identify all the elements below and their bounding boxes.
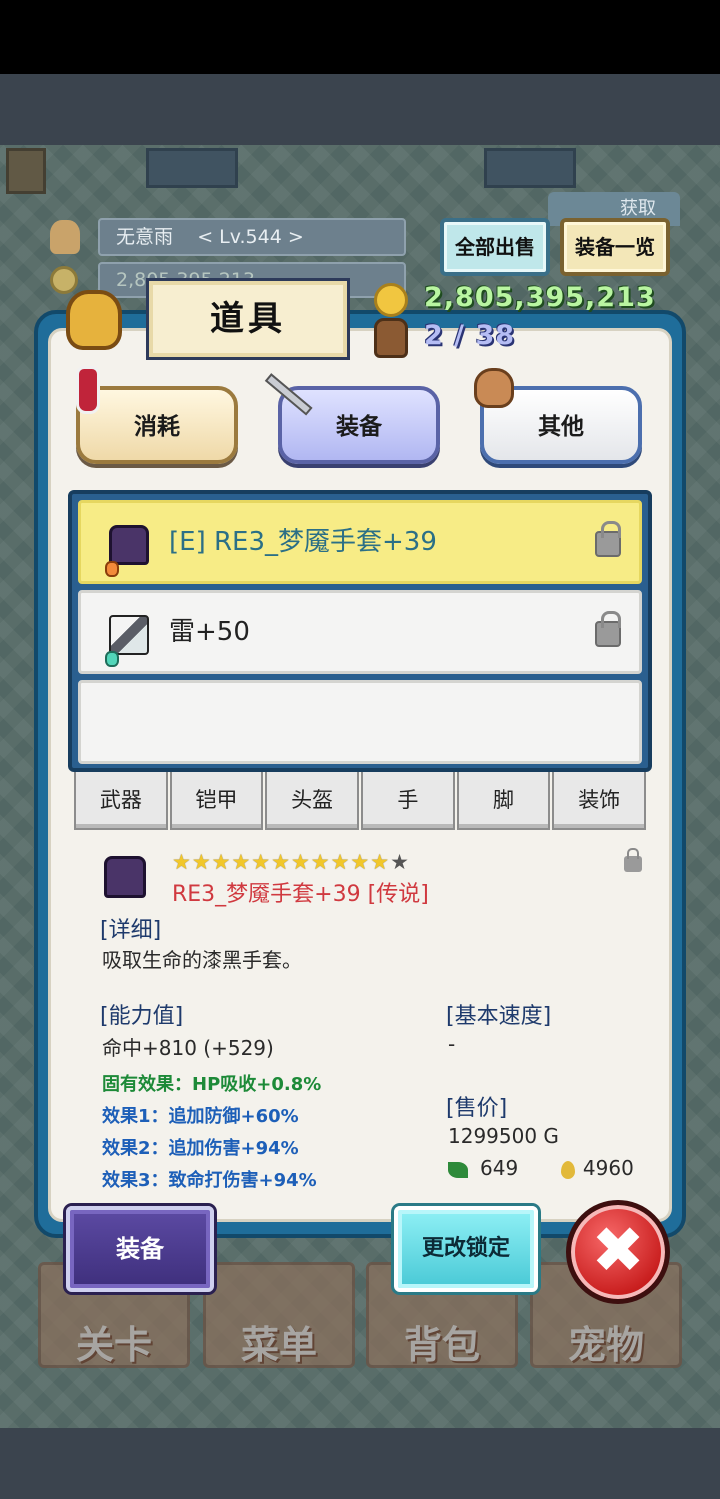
inherent-effect: 固有效果：HP吸收+0.8% <box>102 1074 322 1095</box>
sell-all-button[interactable]: 全部出售 <box>440 218 550 276</box>
list-item-empty <box>78 680 642 764</box>
tab-helmet[interactable]: 头盔 <box>265 772 360 830</box>
material-values: 649 4960 <box>448 1156 634 1180</box>
coin-icon <box>50 266 78 294</box>
effect-1: 效果1：追加防御+60% <box>102 1106 299 1127</box>
item-list: [E] RE3_梦魇手套+39 雷+50 <box>68 490 652 772</box>
star-rating: ★★★★★★★★★★★★ <box>172 850 410 874</box>
wand-icon <box>109 615 149 655</box>
pouch-icon <box>66 290 122 350</box>
gauntlet-icon <box>104 856 146 898</box>
gold-coin-icon <box>374 283 408 317</box>
player-info: 无意雨 < Lv.544 > <box>98 218 406 256</box>
detail-heading: [详细] <box>100 918 162 943</box>
drop-icon <box>560 1160 575 1179</box>
equip-list-button[interactable]: 装备一览 <box>560 218 670 276</box>
bag-capacity: 2 / 38 <box>424 320 516 351</box>
panel-title: 道具 <box>146 278 350 360</box>
price-value: 1299500 G <box>448 1124 559 1148</box>
slot-filter-tabs: 武器 铠甲 头盔 手 脚 装饰 <box>74 772 647 830</box>
player-level: < Lv.544 > <box>197 226 304 248</box>
list-item[interactable]: [E] RE3_梦魇手套+39 <box>78 500 642 584</box>
potion-icon <box>76 366 100 414</box>
gold-amount: 2,805,395,213 <box>424 282 656 313</box>
stars-empty: ★ <box>390 850 410 874</box>
item-description: 吸取生命的漆黑手套。 <box>102 948 302 972</box>
item-name: 雷+50 <box>169 617 250 647</box>
list-item[interactable]: 雷+50 <box>78 590 642 674</box>
speed-value: - <box>448 1032 456 1056</box>
price-heading: [售价] <box>446 1096 508 1121</box>
gem-icon <box>105 651 119 667</box>
lock-icon[interactable] <box>595 611 621 647</box>
gem-icon <box>105 561 119 577</box>
tab-consumables[interactable]: 消耗 <box>76 386 238 464</box>
sack-icon <box>474 368 514 408</box>
status-bar <box>0 0 720 74</box>
tab-equipment[interactable]: 装备 <box>278 386 440 464</box>
stats-heading: [能力值] <box>100 1004 184 1029</box>
speed-heading: [基本速度] <box>446 1004 552 1029</box>
effect-3: 效果3：致命打伤害+94% <box>102 1170 317 1191</box>
tab-armor[interactable]: 铠甲 <box>169 772 264 830</box>
lock-icon[interactable] <box>595 521 621 557</box>
leaf-value: 649 <box>480 1156 519 1180</box>
tab-hand[interactable]: 手 <box>361 772 455 830</box>
equip-button[interactable]: 装备 <box>66 1206 214 1292</box>
item-name: [E] RE3_梦魇手套+39 <box>169 527 437 557</box>
drop-value: 4960 <box>582 1156 634 1180</box>
avatar <box>50 220 80 254</box>
lock-icon <box>624 848 642 872</box>
stars-filled: ★★★★★★★★★★★ <box>172 850 391 874</box>
player-name: 无意雨 <box>116 226 174 248</box>
system-nav-bar <box>0 1428 720 1499</box>
tab-weapon[interactable]: 武器 <box>74 772 168 830</box>
gauntlet-icon <box>109 525 149 565</box>
leaf-icon <box>448 1161 468 1178</box>
effect-2: 效果2：追加伤害+94% <box>102 1138 299 1159</box>
close-button[interactable]: ✖ <box>566 1200 670 1304</box>
change-lock-button[interactable]: 更改锁定 <box>394 1206 538 1292</box>
tab-foot[interactable]: 脚 <box>456 772 551 830</box>
tab-accessory[interactable]: 装饰 <box>552 772 647 830</box>
item-title: RE3_梦魇手套+39 [传说] <box>172 882 429 907</box>
backpack-icon <box>374 318 408 358</box>
stat-value: 命中+810 (+529) <box>102 1036 274 1060</box>
